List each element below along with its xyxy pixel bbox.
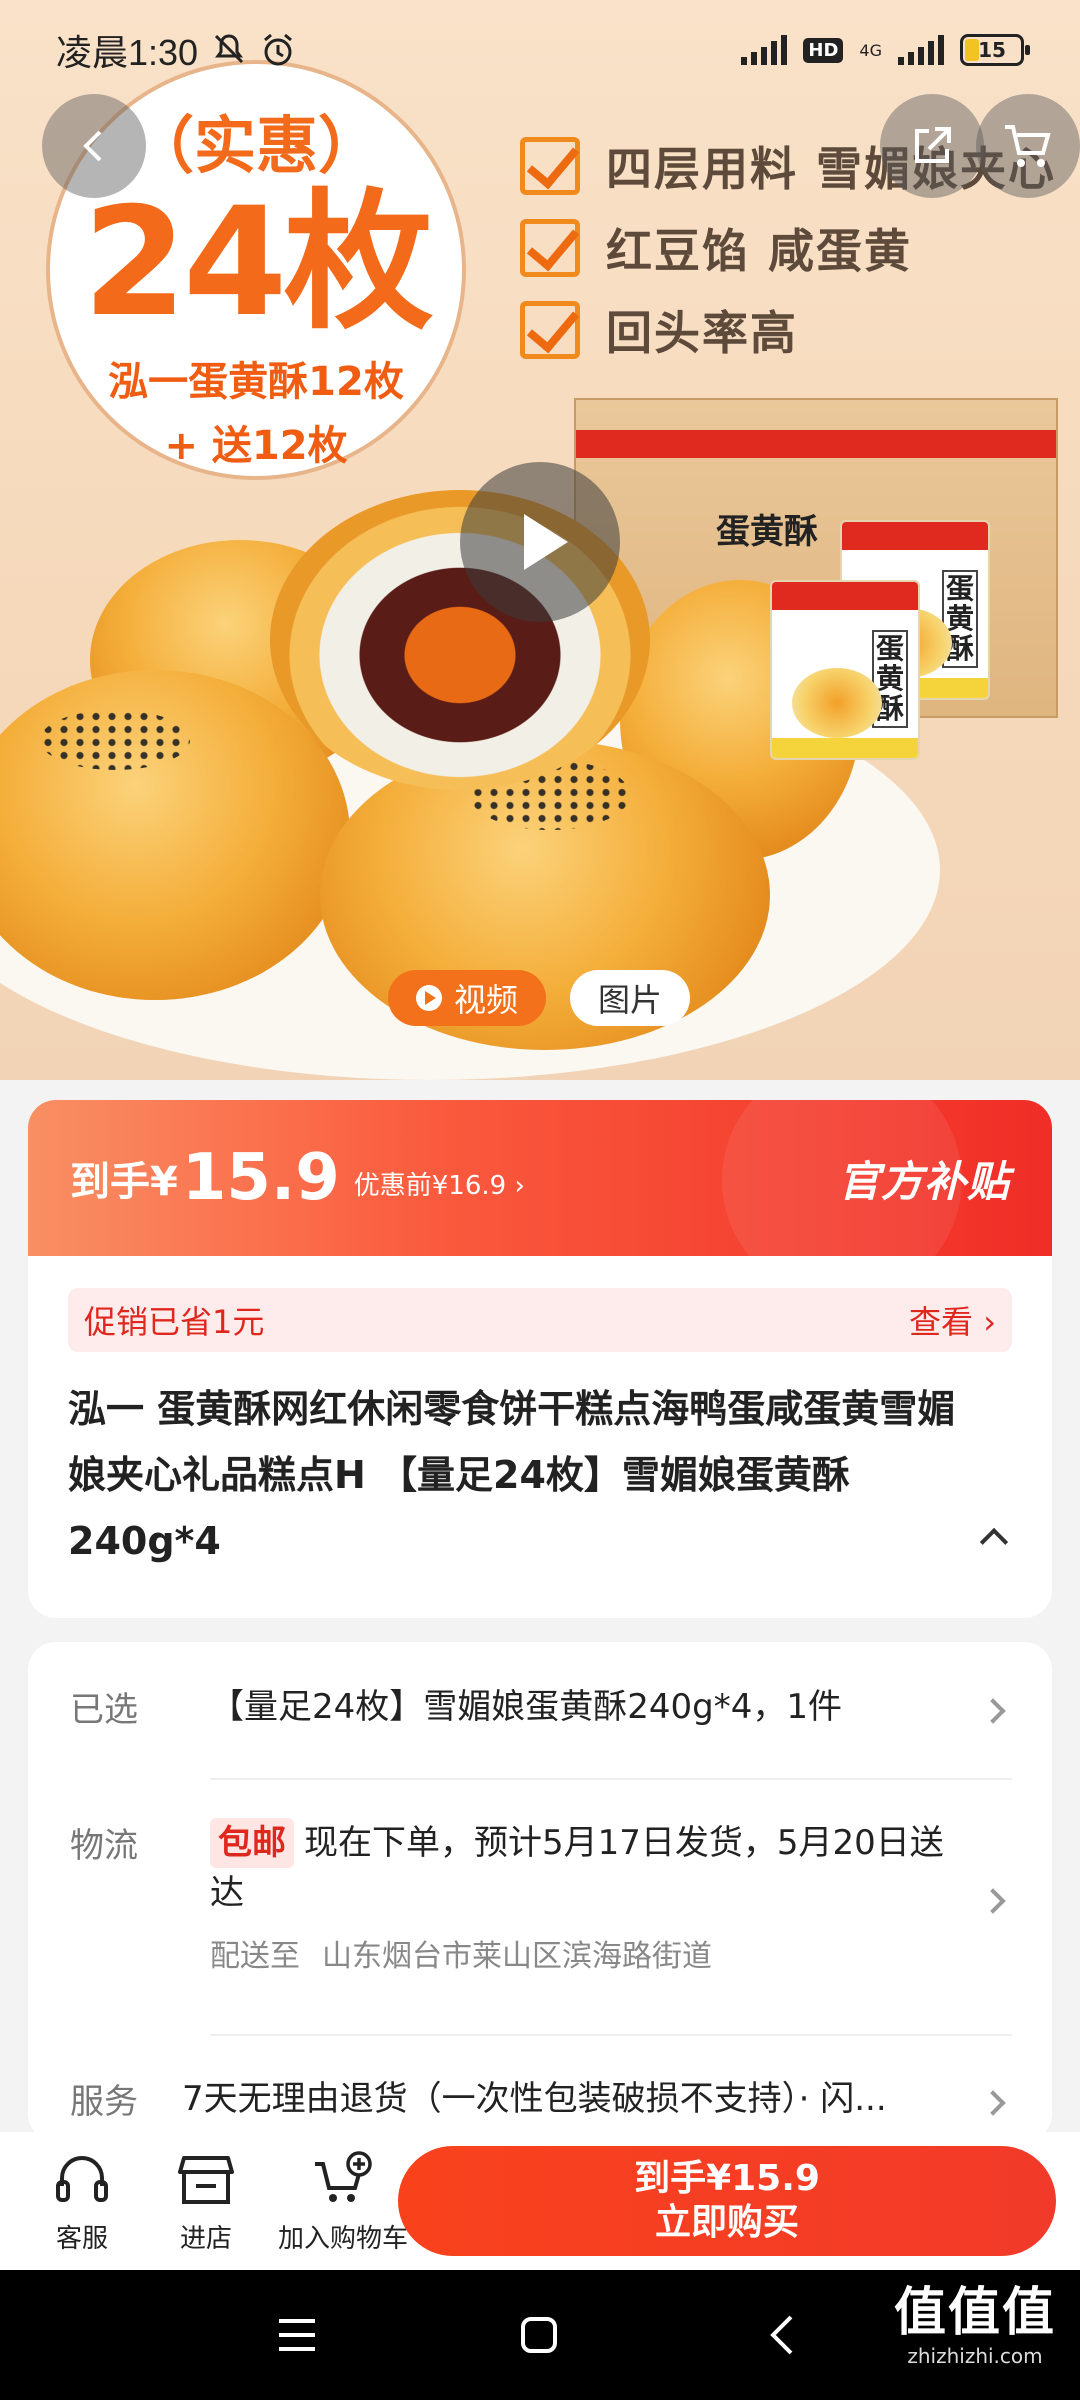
watermark: 值值值 zhizhizhi.com	[894, 2282, 1056, 2368]
badge-line-1: 泓一蛋黄酥12枚	[108, 358, 404, 405]
tab-images[interactable]: 图片	[570, 970, 691, 1026]
watermark-logo: 值值值	[893, 2283, 1056, 2343]
detail-card: 已选 【量足24枚】雪媚娘蛋黄酥240g*4，1件 物流 包邮 现在下单，预计5月…	[28, 1642, 1052, 2142]
add-cart-icon	[315, 2150, 372, 2202]
battery-icon: 15	[960, 34, 1030, 66]
deliver-label: 配送至	[210, 1939, 300, 1974]
alarm-icon	[264, 33, 293, 66]
original-price[interactable]: 优惠前¥16.9 ›	[354, 1165, 525, 1202]
cart-icon	[1005, 125, 1051, 167]
tab-video[interactable]: 视频	[388, 970, 547, 1026]
price-banner[interactable]: 到手¥ 15.9 优惠前¥16.9 › 官方补贴	[28, 1100, 1052, 1256]
product-title-text: 泓一 蛋黄酥网红休闲零食饼干糕点海鸭蛋咸蛋黄雪媚娘夹心礼品糕点H 【量足24枚】…	[68, 1387, 956, 1563]
back-triangle-icon	[770, 2315, 793, 2355]
hd-badge: HD	[803, 37, 844, 63]
signal-icon	[741, 35, 788, 65]
chevron-up-icon[interactable]	[979, 1527, 1009, 1557]
share-icon	[915, 127, 951, 163]
share-button[interactable]	[880, 94, 984, 198]
home-nav-button[interactable]	[504, 2300, 574, 2370]
feature-item: 红豆馅 咸蛋黄	[520, 207, 1056, 289]
price-card: 到手¥ 15.9 优惠前¥16.9 › 官方补贴 促销已省1元 查看 › 泓一 …	[28, 1100, 1052, 1618]
status-time: 凌晨1:30	[56, 32, 199, 73]
headset-icon	[56, 2155, 108, 2202]
cart-button[interactable]	[976, 94, 1080, 198]
store-icon	[178, 2155, 234, 2204]
system-navigation-bar: 值值值 zhizhizhi.com	[0, 2270, 1080, 2400]
chevron-right-icon	[980, 1698, 1006, 1724]
feature-item: 回头率高	[520, 289, 1056, 371]
media-tabs: 视频 图片	[388, 970, 691, 1026]
play-video-button[interactable]	[460, 462, 620, 622]
chevron-right-icon	[980, 1888, 1006, 1914]
watermark-url: zhizhizhi.com	[907, 2344, 1043, 2368]
feature-text: 红豆馅 咸蛋黄	[606, 224, 913, 278]
signal-icon-2	[898, 35, 944, 65]
free-shipping-badge: 包邮	[210, 1818, 294, 1868]
product-pack-image: 蛋黄酥	[770, 580, 920, 760]
customer-service-label: 客服	[55, 2223, 108, 2254]
add-to-cart-button[interactable]: 加入购物车	[268, 2148, 418, 2255]
buy-now-label: 立即购买	[654, 2202, 799, 2243]
tab-images-label: 图片	[598, 981, 663, 1019]
selected-label: 已选	[70, 1690, 138, 1730]
menu-icon	[279, 2319, 315, 2351]
price-value: 15.9	[181, 1141, 340, 1215]
service-label: 服务	[70, 2082, 138, 2122]
feature-text: 回头率高	[606, 306, 798, 360]
box-label: 蛋黄酥	[716, 512, 818, 552]
promo-text: 促销已省1元	[84, 1303, 265, 1341]
product-gallery[interactable]: 凌晨1:30 HD 4G 15 （实惠） 24枚 泓一蛋黄酥12枚 + 送12枚…	[0, 0, 1080, 1080]
bottom-action-bar: 客服 进店 加入购物车 到手¥15.9 立即购买	[0, 2132, 1080, 2270]
menu-nav-button[interactable]	[262, 2300, 332, 2370]
play-icon	[416, 985, 442, 1011]
checkbox-icon	[520, 137, 580, 195]
back-nav-button[interactable]	[748, 2300, 818, 2370]
logistics-label: 物流	[70, 1826, 138, 1866]
logistics-row[interactable]: 物流 包邮 现在下单，预计5月17日发货，5月20日送达 配送至 山东烟台市莱山区滨…	[70, 1818, 1012, 1978]
buy-now-button[interactable]: 到手¥15.9 立即购买	[398, 2146, 1056, 2256]
chevron-left-icon	[83, 130, 102, 162]
back-button[interactable]	[42, 94, 146, 198]
price-prefix: 到手¥	[70, 1159, 178, 1205]
buy-now-price: 到手¥15.9	[634, 2158, 820, 2199]
home-square-icon	[521, 2317, 557, 2353]
deliver-address: 山东烟台市莱山区滨海路街道	[322, 1939, 712, 1974]
selected-value: 【量足24枚】雪媚娘蛋黄酥240g*4，1件	[210, 1687, 843, 1727]
service-value: 7天无理由退货（一次性包装破损不支持）· 闪...	[182, 2079, 887, 2119]
badge-line-2: + 送12枚	[164, 422, 348, 469]
badge-subtitle: （实惠）	[131, 109, 380, 183]
chevron-right-icon	[980, 2090, 1006, 2116]
checkbox-icon	[520, 219, 580, 277]
customer-service-button[interactable]: 客服	[20, 2148, 144, 2255]
badge-count: 24枚	[82, 176, 434, 351]
status-bar: 凌晨1:30 HD 4G 15	[0, 0, 1080, 100]
promo-bar[interactable]: 促销已省1元 查看 ›	[68, 1288, 1012, 1352]
product-title: 泓一 蛋黄酥网红休闲零食饼干糕点海鸭蛋咸蛋黄雪媚娘夹心礼品糕点H 【量足24枚】…	[68, 1376, 1012, 1574]
checkbox-icon	[520, 301, 580, 359]
deliver-to: 配送至 山东烟台市莱山区滨海路街道	[210, 1932, 962, 1982]
network-type: 4G	[859, 40, 882, 60]
logistics-value: 现在下单，预计5月17日发货，5月20日送达	[210, 1823, 944, 1913]
selected-row[interactable]: 已选 【量足24枚】雪媚娘蛋黄酥240g*4，1件	[70, 1682, 1012, 1752]
store-button[interactable]: 进店	[144, 2148, 268, 2255]
mute-bell-icon	[215, 34, 244, 64]
tab-video-label: 视频	[454, 981, 519, 1019]
official-subsidy-badge: 官方补贴	[837, 1156, 1010, 1206]
promo-view-link[interactable]: 查看 ›	[909, 1297, 996, 1343]
add-to-cart-label: 加入购物车	[277, 2223, 408, 2254]
battery-level: 15	[978, 38, 1006, 62]
store-label: 进店	[179, 2223, 232, 2254]
